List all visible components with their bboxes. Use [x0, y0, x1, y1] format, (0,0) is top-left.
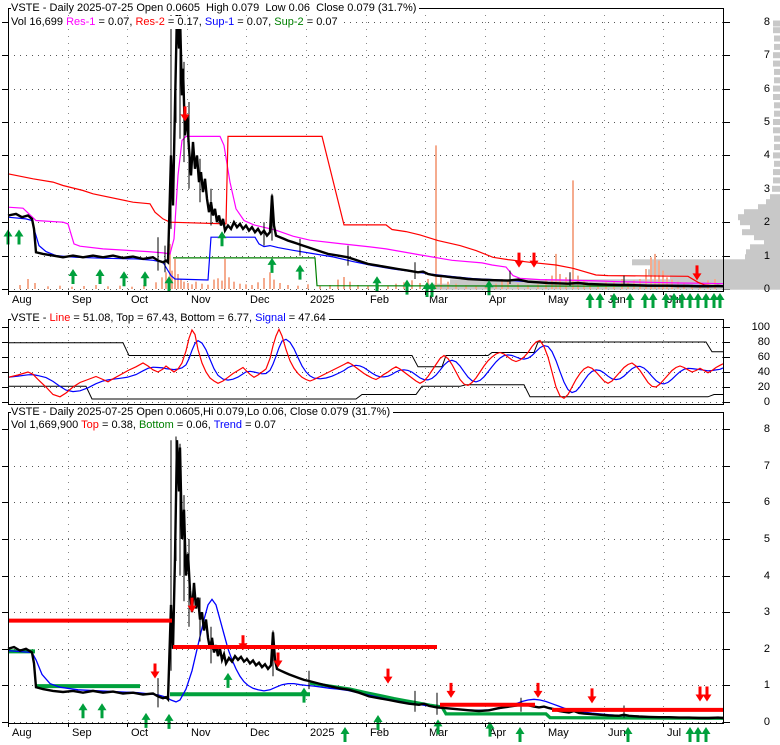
y-axis-label: 40: [757, 366, 770, 378]
oscillator-panel-title: VSTE - Line = 51.08, Top = 67.43, Bottom…: [11, 312, 329, 325]
header-segment: Sup-1: [204, 16, 235, 28]
header-segment: VSTE -: [11, 312, 50, 324]
header-segment: Bottom: [138, 419, 174, 431]
y-axis-label: 3: [763, 183, 770, 195]
y-axis-label: 0: [763, 396, 770, 408]
y-axis-label: 2: [763, 643, 770, 655]
header-segment: = 0.17,: [164, 16, 205, 28]
bottom-price-series: [7, 436, 724, 720]
header-segment: Res-1: [66, 16, 96, 28]
header-segment: Line: [49, 312, 71, 324]
header-segment: Top: [81, 419, 99, 431]
oscillator-panel-frame: [2, 319, 730, 404]
header-segment: Vol 1,669,900: [11, 419, 82, 431]
bottom-panel-frame: [2, 412, 730, 723]
y-axis-label: 5: [763, 533, 770, 545]
y-axis-label: 100: [751, 321, 770, 333]
y-axis-label: 4: [763, 570, 770, 582]
y-axis-label: 1: [763, 679, 770, 691]
header-segment: Res-2: [135, 16, 165, 28]
y-axis-label: 0: [763, 283, 770, 295]
bottom-panel-border: [8, 412, 724, 727]
charting-app-window: VSTE - Daily 2025-07-25 Open 0.0605 High…: [0, 0, 780, 745]
top-price-series: [7, 10, 724, 288]
header-segment: = 0.07: [242, 419, 276, 431]
y-axis-label: 1: [763, 250, 770, 262]
bottom-panel-subtitle: Vol 1,669,900 Top = 0.38, Bottom = 0.06,…: [11, 419, 279, 432]
top-panel-subtitle: Vol 16,699 Res-1 = 0.07, Res-2 = 0.17, S…: [11, 16, 341, 29]
bottom-panel-title: VSTE - Daily 2025-07-25 Open 0.0605,Hi 0…: [11, 406, 394, 419]
trend-line: [7, 598, 723, 719]
header-segment: = 0.07: [303, 16, 338, 28]
header-segment: = 0.38,: [98, 419, 139, 431]
y-axis-label: 3: [763, 606, 770, 618]
y-axis-label: 8: [763, 16, 770, 28]
top-panel-title: VSTE - Daily 2025-07-25 Open 0.0605 High…: [11, 2, 420, 15]
top-resistance-line: [8, 618, 723, 712]
top-signal-arrows: [3, 106, 725, 308]
y-axis-label: 7: [763, 49, 770, 61]
y-axis-label: 8: [763, 423, 770, 435]
header-segment: = 47.64: [285, 312, 326, 324]
oscillator-lines: [7, 327, 724, 400]
y-axis-label: 0: [763, 716, 770, 728]
header-segment: = 0.06,: [173, 419, 214, 431]
y-axis-label: 6: [763, 496, 770, 508]
y-axis-label: 60: [757, 351, 770, 363]
header-segment: Vol 16,699: [11, 16, 67, 28]
chart-canvas[interactable]: [0, 0, 780, 745]
header-segment: Signal: [255, 312, 286, 324]
header-segment: = 0.07,: [234, 16, 275, 28]
header-segment: = 0.07,: [95, 16, 136, 28]
y-axis-label: 2: [763, 216, 770, 228]
header-segment: VSTE - Daily 2025-07-25 Open 0.0605,Hi 0…: [11, 406, 391, 418]
top-panel-border: [8, 8, 724, 295]
top-panel-frame: [2, 8, 730, 291]
y-axis-label: 5: [763, 116, 770, 128]
y-axis-label: 4: [763, 149, 770, 161]
header-segment: Sup-2: [274, 16, 304, 28]
header-segment: = 51.08, Top = 67.43, Bottom = 6.77,: [70, 312, 256, 324]
y-axis-label: 80: [757, 336, 770, 348]
y-axis-label: 7: [763, 460, 770, 472]
y-axis-label: 20: [757, 381, 770, 393]
volume-bars: [19, 145, 716, 289]
header-segment: VSTE - Daily 2025-07-25 Open 0.0605 High…: [11, 2, 417, 14]
header-segment: Trend: [213, 419, 243, 431]
y-axis-label: 6: [763, 83, 770, 95]
